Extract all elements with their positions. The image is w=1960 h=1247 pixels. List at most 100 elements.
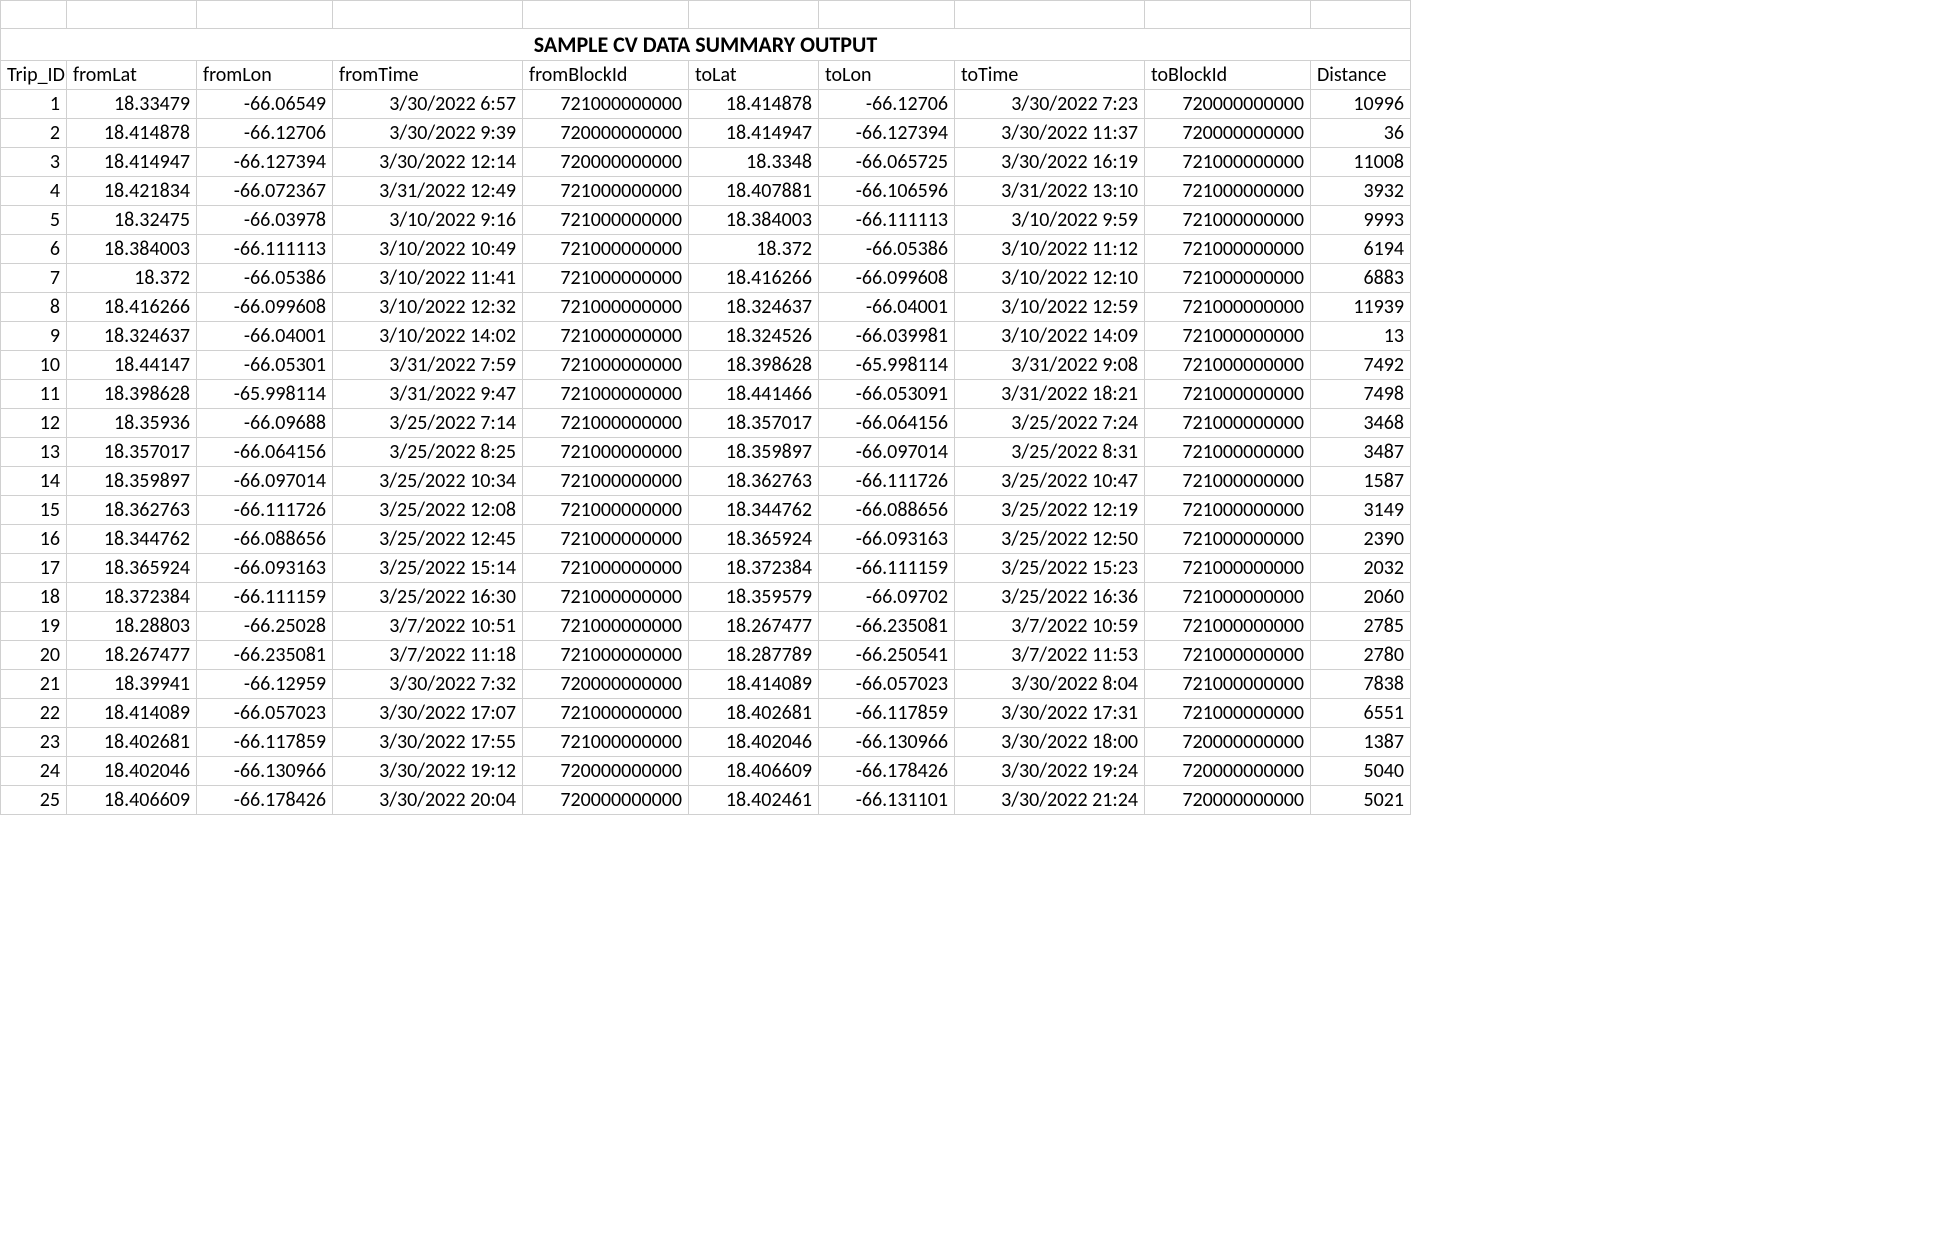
cell[interactable]: 2032 bbox=[1311, 554, 1411, 583]
cell[interactable]: 3/25/2022 8:25 bbox=[333, 438, 523, 467]
cell[interactable]: 721000000000 bbox=[1145, 322, 1311, 351]
cell[interactable]: 3/7/2022 11:18 bbox=[333, 641, 523, 670]
cell[interactable]: -66.178426 bbox=[819, 757, 955, 786]
cell[interactable]: 3/10/2022 10:49 bbox=[333, 235, 523, 264]
cell[interactable]: -66.117859 bbox=[197, 728, 333, 757]
cell[interactable]: 720000000000 bbox=[1145, 119, 1311, 148]
cell[interactable]: 720000000000 bbox=[523, 119, 689, 148]
cell[interactable]: -66.117859 bbox=[819, 699, 955, 728]
cell[interactable]: 8 bbox=[1, 293, 67, 322]
cell[interactable]: 17 bbox=[1, 554, 67, 583]
cell[interactable]: -66.12706 bbox=[819, 90, 955, 119]
cell[interactable]: 721000000000 bbox=[523, 612, 689, 641]
cell[interactable]: -66.12959 bbox=[197, 670, 333, 699]
cell[interactable]: 3/25/2022 12:19 bbox=[955, 496, 1145, 525]
cell[interactable]: 721000000000 bbox=[523, 641, 689, 670]
cell[interactable]: 721000000000 bbox=[1145, 583, 1311, 612]
cell[interactable]: 18.362763 bbox=[689, 467, 819, 496]
cell[interactable]: 3/30/2022 20:04 bbox=[333, 786, 523, 815]
cell[interactable]: -66.097014 bbox=[819, 438, 955, 467]
cell[interactable]: 14 bbox=[1, 467, 67, 496]
cell[interactable]: -66.04001 bbox=[819, 293, 955, 322]
cell[interactable]: 721000000000 bbox=[523, 409, 689, 438]
cell[interactable]: -66.099608 bbox=[197, 293, 333, 322]
cell[interactable]: 18.416266 bbox=[67, 293, 197, 322]
cell[interactable]: 18.402681 bbox=[67, 728, 197, 757]
cell[interactable]: 3/25/2022 12:50 bbox=[955, 525, 1145, 554]
cell[interactable]: 3/30/2022 16:19 bbox=[955, 148, 1145, 177]
cell[interactable]: 3/30/2022 19:24 bbox=[955, 757, 1145, 786]
cell[interactable]: 3/10/2022 9:16 bbox=[333, 206, 523, 235]
cell[interactable]: 18.359897 bbox=[67, 467, 197, 496]
cell[interactable]: -66.127394 bbox=[819, 119, 955, 148]
cell[interactable]: 7498 bbox=[1311, 380, 1411, 409]
cell[interactable]: 3/25/2022 12:45 bbox=[333, 525, 523, 554]
cell[interactable]: -66.111159 bbox=[197, 583, 333, 612]
cell[interactable]: 720000000000 bbox=[523, 670, 689, 699]
cell[interactable]: -66.057023 bbox=[197, 699, 333, 728]
cell[interactable]: 3/30/2022 7:32 bbox=[333, 670, 523, 699]
cell[interactable]: 18.406609 bbox=[689, 757, 819, 786]
cell[interactable]: -66.099608 bbox=[819, 264, 955, 293]
cell[interactable]: 721000000000 bbox=[523, 525, 689, 554]
cell[interactable]: 18.402681 bbox=[689, 699, 819, 728]
cell[interactable]: 6551 bbox=[1311, 699, 1411, 728]
cell[interactable]: 18.414089 bbox=[67, 699, 197, 728]
cell[interactable]: 721000000000 bbox=[523, 264, 689, 293]
cell[interactable]: 25 bbox=[1, 786, 67, 815]
cell[interactable]: 3/10/2022 11:12 bbox=[955, 235, 1145, 264]
cell[interactable]: 18.33479 bbox=[67, 90, 197, 119]
cell[interactable]: 2780 bbox=[1311, 641, 1411, 670]
cell[interactable]: -66.111726 bbox=[197, 496, 333, 525]
cell[interactable]: 18.287789 bbox=[689, 641, 819, 670]
cell[interactable]: 16 bbox=[1, 525, 67, 554]
cell[interactable]: 18.421834 bbox=[67, 177, 197, 206]
cell[interactable]: -66.106596 bbox=[819, 177, 955, 206]
cell[interactable]: 3/31/2022 7:59 bbox=[333, 351, 523, 380]
cell[interactable]: 6883 bbox=[1311, 264, 1411, 293]
cell[interactable]: -66.04001 bbox=[197, 322, 333, 351]
cell[interactable]: 18.372384 bbox=[67, 583, 197, 612]
cell[interactable]: 18.39941 bbox=[67, 670, 197, 699]
cell[interactable]: 721000000000 bbox=[1145, 699, 1311, 728]
cell[interactable]: 3/10/2022 11:41 bbox=[333, 264, 523, 293]
cell[interactable]: -66.09688 bbox=[197, 409, 333, 438]
cell[interactable]: 2785 bbox=[1311, 612, 1411, 641]
cell[interactable]: 720000000000 bbox=[523, 148, 689, 177]
cell[interactable]: 5 bbox=[1, 206, 67, 235]
cell[interactable]: 3/31/2022 13:10 bbox=[955, 177, 1145, 206]
cell[interactable]: 3/30/2022 7:23 bbox=[955, 90, 1145, 119]
cell[interactable]: 721000000000 bbox=[1145, 670, 1311, 699]
cell[interactable]: 3/25/2022 12:08 bbox=[333, 496, 523, 525]
cell[interactable]: 3/25/2022 8:31 bbox=[955, 438, 1145, 467]
cell[interactable]: 18.407881 bbox=[689, 177, 819, 206]
cell[interactable]: 22 bbox=[1, 699, 67, 728]
cell[interactable]: 3/30/2022 12:14 bbox=[333, 148, 523, 177]
cell[interactable]: 721000000000 bbox=[523, 728, 689, 757]
cell[interactable]: 18.365924 bbox=[67, 554, 197, 583]
cell[interactable]: 18.384003 bbox=[67, 235, 197, 264]
cell[interactable]: 10 bbox=[1, 351, 67, 380]
cell[interactable]: 3/30/2022 19:12 bbox=[333, 757, 523, 786]
cell[interactable]: 720000000000 bbox=[1145, 90, 1311, 119]
cell[interactable]: 3 bbox=[1, 148, 67, 177]
cell[interactable]: -65.998114 bbox=[197, 380, 333, 409]
cell[interactable]: 3/30/2022 11:37 bbox=[955, 119, 1145, 148]
cell[interactable]: 3/31/2022 9:47 bbox=[333, 380, 523, 409]
cell[interactable]: 721000000000 bbox=[1145, 438, 1311, 467]
cell[interactable]: -66.05386 bbox=[197, 264, 333, 293]
cell[interactable]: 3/7/2022 10:59 bbox=[955, 612, 1145, 641]
cell[interactable]: 3/25/2022 16:30 bbox=[333, 583, 523, 612]
cell[interactable]: 721000000000 bbox=[1145, 235, 1311, 264]
cell[interactable]: 7492 bbox=[1311, 351, 1411, 380]
cell[interactable]: 3468 bbox=[1311, 409, 1411, 438]
cell[interactable]: -66.064156 bbox=[197, 438, 333, 467]
cell[interactable]: -66.064156 bbox=[819, 409, 955, 438]
cell[interactable]: 3/25/2022 15:23 bbox=[955, 554, 1145, 583]
cell[interactable]: 3/25/2022 7:24 bbox=[955, 409, 1145, 438]
cell[interactable]: -66.097014 bbox=[197, 467, 333, 496]
cell[interactable]: 3/31/2022 18:21 bbox=[955, 380, 1145, 409]
cell[interactable]: 36 bbox=[1311, 119, 1411, 148]
cell[interactable]: 23 bbox=[1, 728, 67, 757]
cell[interactable]: 7 bbox=[1, 264, 67, 293]
